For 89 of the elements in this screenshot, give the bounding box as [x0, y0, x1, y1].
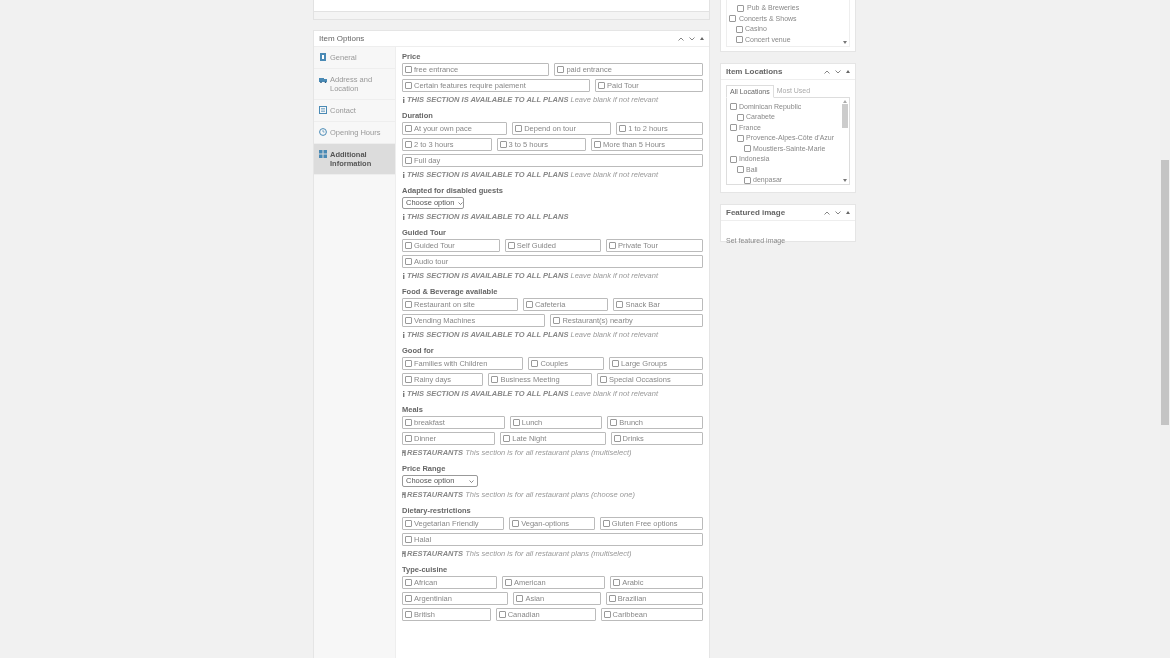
checkbox[interactable] [405, 317, 412, 324]
info-icon [402, 171, 406, 178]
checkbox[interactable] [512, 419, 520, 426]
checkbox[interactable] [515, 125, 523, 132]
move-up-icon[interactable] [824, 210, 830, 215]
collapse-icon[interactable] [846, 211, 850, 214]
checkbox[interactable] [610, 419, 618, 426]
checkbox[interactable] [507, 242, 515, 249]
checkbox[interactable] [499, 141, 507, 148]
checkbox[interactable] [405, 157, 412, 164]
scrollbar-thumb[interactable] [1161, 160, 1169, 425]
list-icon [319, 106, 327, 114]
checkbox[interactable] [503, 435, 511, 442]
checkbox[interactable] [405, 360, 412, 367]
fork-knife-icon [402, 449, 406, 456]
info-icon [402, 390, 406, 397]
checkbox[interactable] [405, 141, 412, 148]
info-icon [402, 272, 406, 279]
move-up-icon[interactable] [678, 36, 684, 41]
info-card-icon [319, 53, 327, 61]
checkbox[interactable] [736, 36, 743, 44]
checkbox[interactable] [405, 595, 412, 602]
panel-title: Item Locations [726, 65, 783, 78]
info-icon [402, 331, 406, 338]
scrollbar-thumb[interactable] [842, 104, 848, 128]
checkbox[interactable] [405, 242, 412, 249]
checkbox[interactable] [744, 145, 751, 153]
checkbox[interactable] [602, 520, 610, 527]
checkbox[interactable] [405, 82, 412, 89]
chevron-down-icon [458, 201, 464, 205]
move-down-icon[interactable] [835, 69, 841, 74]
checkbox[interactable] [737, 4, 744, 12]
info-icon [402, 213, 406, 220]
chevron-down-icon [469, 479, 474, 483]
collapse-icon[interactable] [700, 37, 704, 40]
fork-knife-icon [402, 491, 406, 498]
panel-title: Featured image [726, 206, 786, 219]
checkbox[interactable] [512, 520, 520, 527]
checkbox[interactable] [599, 376, 607, 383]
checkbox[interactable] [498, 611, 506, 618]
panel-title: Item Options [319, 32, 365, 45]
checkbox[interactable] [557, 66, 565, 73]
move-down-icon[interactable] [689, 36, 695, 41]
checkbox[interactable] [405, 579, 412, 586]
checkbox[interactable] [613, 435, 621, 442]
move-down-icon[interactable] [835, 210, 841, 215]
scroll-down-icon[interactable] [843, 179, 847, 182]
checkbox[interactable] [737, 166, 744, 174]
checkbox[interactable] [491, 376, 499, 383]
checkbox[interactable] [737, 134, 744, 142]
checkbox[interactable] [612, 360, 620, 367]
checkbox[interactable] [405, 301, 412, 308]
checkbox[interactable] [405, 520, 412, 527]
checkbox[interactable] [405, 258, 412, 265]
checkbox[interactable] [730, 155, 737, 163]
move-up-icon[interactable] [824, 69, 830, 74]
checkbox[interactable] [405, 536, 412, 543]
checkbox[interactable] [553, 317, 561, 324]
checkbox[interactable] [594, 141, 601, 148]
checkbox[interactable] [405, 435, 412, 442]
info-icon [402, 96, 406, 103]
checkbox[interactable] [504, 579, 512, 586]
truck-icon [319, 75, 327, 83]
scroll-down-icon[interactable] [843, 41, 847, 44]
checkbox[interactable] [609, 242, 617, 249]
checkbox[interactable] [730, 103, 737, 111]
fork-knife-icon [402, 550, 406, 557]
checkbox[interactable] [744, 176, 751, 184]
checkbox[interactable] [730, 124, 737, 132]
checkbox[interactable] [531, 360, 539, 367]
checkbox[interactable] [405, 376, 412, 383]
checkbox[interactable] [603, 611, 611, 618]
checkbox[interactable] [525, 301, 533, 308]
checkbox[interactable] [736, 25, 743, 33]
checkbox[interactable] [608, 595, 616, 602]
checkbox[interactable] [405, 419, 412, 426]
checkbox[interactable] [729, 15, 736, 23]
checkbox[interactable] [598, 82, 606, 89]
grid-icon [319, 150, 327, 158]
checkbox[interactable] [613, 579, 621, 586]
checkbox[interactable] [405, 125, 412, 132]
checkbox[interactable] [616, 301, 624, 308]
checkbox[interactable] [737, 113, 744, 121]
clock-icon [319, 128, 327, 136]
collapse-icon[interactable] [846, 70, 850, 73]
checkbox[interactable] [619, 125, 627, 132]
checkbox[interactable] [405, 611, 412, 618]
checkbox[interactable] [405, 66, 412, 73]
checkbox[interactable] [516, 595, 524, 602]
